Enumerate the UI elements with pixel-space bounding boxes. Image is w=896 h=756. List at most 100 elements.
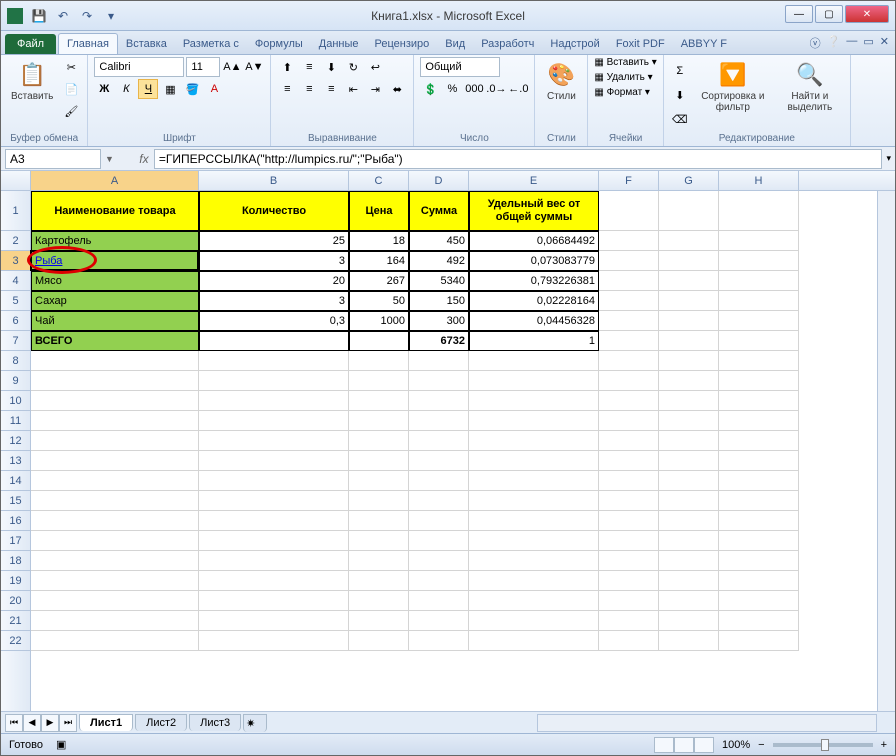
cell-g1[interactable] xyxy=(659,191,719,231)
inc-decimal-button[interactable]: .0→ xyxy=(486,79,506,99)
row-header-10[interactable]: 10 xyxy=(1,391,30,411)
cell-qty[interactable]: 20 xyxy=(199,271,349,291)
cell-total-sum[interactable]: 6732 xyxy=(409,331,469,351)
find-select-button[interactable]: 🔍 Найти и выделить xyxy=(776,57,844,115)
cell-price[interactable]: 18 xyxy=(349,231,409,251)
cell-name[interactable]: Чай xyxy=(31,311,199,331)
cell-total-price[interactable] xyxy=(349,331,409,351)
col-header-d[interactable]: D xyxy=(409,171,469,190)
align-left-button[interactable]: ≡ xyxy=(277,79,297,99)
cell-share[interactable]: 0,793226381 xyxy=(469,271,599,291)
row-header-13[interactable]: 13 xyxy=(1,451,30,471)
cell-total-qty[interactable] xyxy=(199,331,349,351)
last-sheet-button[interactable]: ⏭ xyxy=(59,714,77,732)
cell-sum[interactable]: 150 xyxy=(409,291,469,311)
prev-sheet-button[interactable]: ◀ xyxy=(23,714,41,732)
zoom-slider[interactable] xyxy=(773,743,873,747)
tab-formulas[interactable]: Формулы xyxy=(247,34,311,54)
row-header-20[interactable]: 20 xyxy=(1,591,30,611)
currency-button[interactable]: 💲 xyxy=(420,79,440,99)
new-sheet-button[interactable]: ✷ xyxy=(243,714,267,732)
row-header-5[interactable]: 5 xyxy=(1,291,30,311)
border-button[interactable]: ▦ xyxy=(160,79,180,99)
row-header-6[interactable]: 6 xyxy=(1,311,30,331)
tab-data[interactable]: Данные xyxy=(311,34,367,54)
row-header-22[interactable]: 22 xyxy=(1,631,30,651)
tab-developer[interactable]: Разработч xyxy=(473,34,542,54)
dec-decimal-button[interactable]: ←.0 xyxy=(508,79,528,99)
cell-sum[interactable]: 450 xyxy=(409,231,469,251)
row-header-7[interactable]: 7 xyxy=(1,331,30,351)
formula-input[interactable]: =ГИПЕРССЫЛКА("http://lumpics.ru/";"Рыба"… xyxy=(154,149,883,169)
zoom-out-button[interactable]: − xyxy=(758,739,764,751)
cell-price[interactable]: 50 xyxy=(349,291,409,311)
redo-button[interactable]: ↷ xyxy=(77,6,97,26)
col-header-b[interactable]: B xyxy=(199,171,349,190)
row-header-21[interactable]: 21 xyxy=(1,611,30,631)
cell-share[interactable]: 0,06684492 xyxy=(469,231,599,251)
sheet-tab-3[interactable]: Лист3 xyxy=(189,714,241,731)
cell-qty[interactable]: 3 xyxy=(199,291,349,311)
header-price[interactable]: Цена xyxy=(349,191,409,231)
cell-qty[interactable]: 3 xyxy=(199,251,349,271)
row-header-1[interactable]: 1 xyxy=(1,191,30,231)
undo-button[interactable]: ↶ xyxy=(53,6,73,26)
cell-price[interactable]: 267 xyxy=(349,271,409,291)
save-button[interactable]: 💾 xyxy=(29,6,49,26)
cell-sum[interactable]: 300 xyxy=(409,311,469,331)
orientation-button[interactable]: ↻ xyxy=(343,57,363,77)
comma-button[interactable]: 000 xyxy=(464,79,484,99)
row-header-8[interactable]: 8 xyxy=(1,351,30,371)
font-size-combo[interactable]: 11 xyxy=(186,57,220,77)
select-all-corner[interactable] xyxy=(1,171,31,190)
maximize-button[interactable]: ▢ xyxy=(815,5,843,23)
row-header-14[interactable]: 14 xyxy=(1,471,30,491)
cell-sum[interactable]: 5340 xyxy=(409,271,469,291)
cell-price[interactable]: 164 xyxy=(349,251,409,271)
row-header-2[interactable]: 2 xyxy=(1,231,30,251)
next-sheet-button[interactable]: ▶ xyxy=(41,714,59,732)
tab-addins[interactable]: Надстрой xyxy=(542,34,607,54)
indent-dec-button[interactable]: ⇤ xyxy=(343,79,363,99)
cell-qty[interactable]: 25 xyxy=(199,231,349,251)
zoom-level[interactable]: 100% xyxy=(722,739,750,751)
font-name-combo[interactable]: Calibri xyxy=(94,57,184,77)
name-box-dropdown-icon[interactable]: ▼ xyxy=(105,154,114,164)
name-box[interactable]: A3 xyxy=(5,149,101,169)
cell-h1[interactable] xyxy=(719,191,799,231)
cell-qty[interactable]: 0,3 xyxy=(199,311,349,331)
cell-share[interactable]: 0,02228164 xyxy=(469,291,599,311)
doc-restore-icon[interactable]: ▭ xyxy=(863,35,873,51)
tab-view[interactable]: Вид xyxy=(437,34,473,54)
first-sheet-button[interactable]: ⏮ xyxy=(5,714,23,732)
col-header-c[interactable]: C xyxy=(349,171,409,190)
qat-custom-icon[interactable]: ▾ xyxy=(101,6,121,26)
format-painter-button[interactable]: 🖌 xyxy=(61,101,81,121)
tab-layout[interactable]: Разметка с xyxy=(175,34,247,54)
tab-insert[interactable]: Вставка xyxy=(118,34,175,54)
row-header-18[interactable]: 18 xyxy=(1,551,30,571)
cell-name[interactable]: Картофель xyxy=(31,231,199,251)
align-top-button[interactable]: ⬆ xyxy=(277,57,297,77)
header-name[interactable]: Наименование товара xyxy=(31,191,199,231)
insert-cells-button[interactable]: ▦ Вставить ▾ xyxy=(594,57,656,68)
row-header-4[interactable]: 4 xyxy=(1,271,30,291)
cell-name[interactable]: Мясо xyxy=(31,271,199,291)
col-header-h[interactable]: H xyxy=(719,171,799,190)
col-header-g[interactable]: G xyxy=(659,171,719,190)
file-tab[interactable]: Файл xyxy=(5,34,56,54)
align-right-button[interactable]: ≡ xyxy=(321,79,341,99)
sort-filter-button[interactable]: 🔽 Сортировка и фильтр xyxy=(694,57,772,115)
align-center-button[interactable]: ≡ xyxy=(299,79,319,99)
font-color-button[interactable]: A xyxy=(204,79,224,99)
fill-color-button[interactable]: 🪣 xyxy=(182,79,202,99)
help-icon[interactable]: ❔ xyxy=(827,35,841,51)
header-share[interactable]: Удельный вес от общей суммы xyxy=(469,191,599,231)
cut-button[interactable]: ✂ xyxy=(61,57,81,77)
tab-review[interactable]: Рецензиро xyxy=(367,34,438,54)
header-sum[interactable]: Сумма xyxy=(409,191,469,231)
bold-button[interactable]: Ж xyxy=(94,79,114,99)
shrink-font-button[interactable]: A▼ xyxy=(244,57,264,77)
page-break-view-button[interactable] xyxy=(694,737,714,753)
cell-price[interactable]: 1000 xyxy=(349,311,409,331)
